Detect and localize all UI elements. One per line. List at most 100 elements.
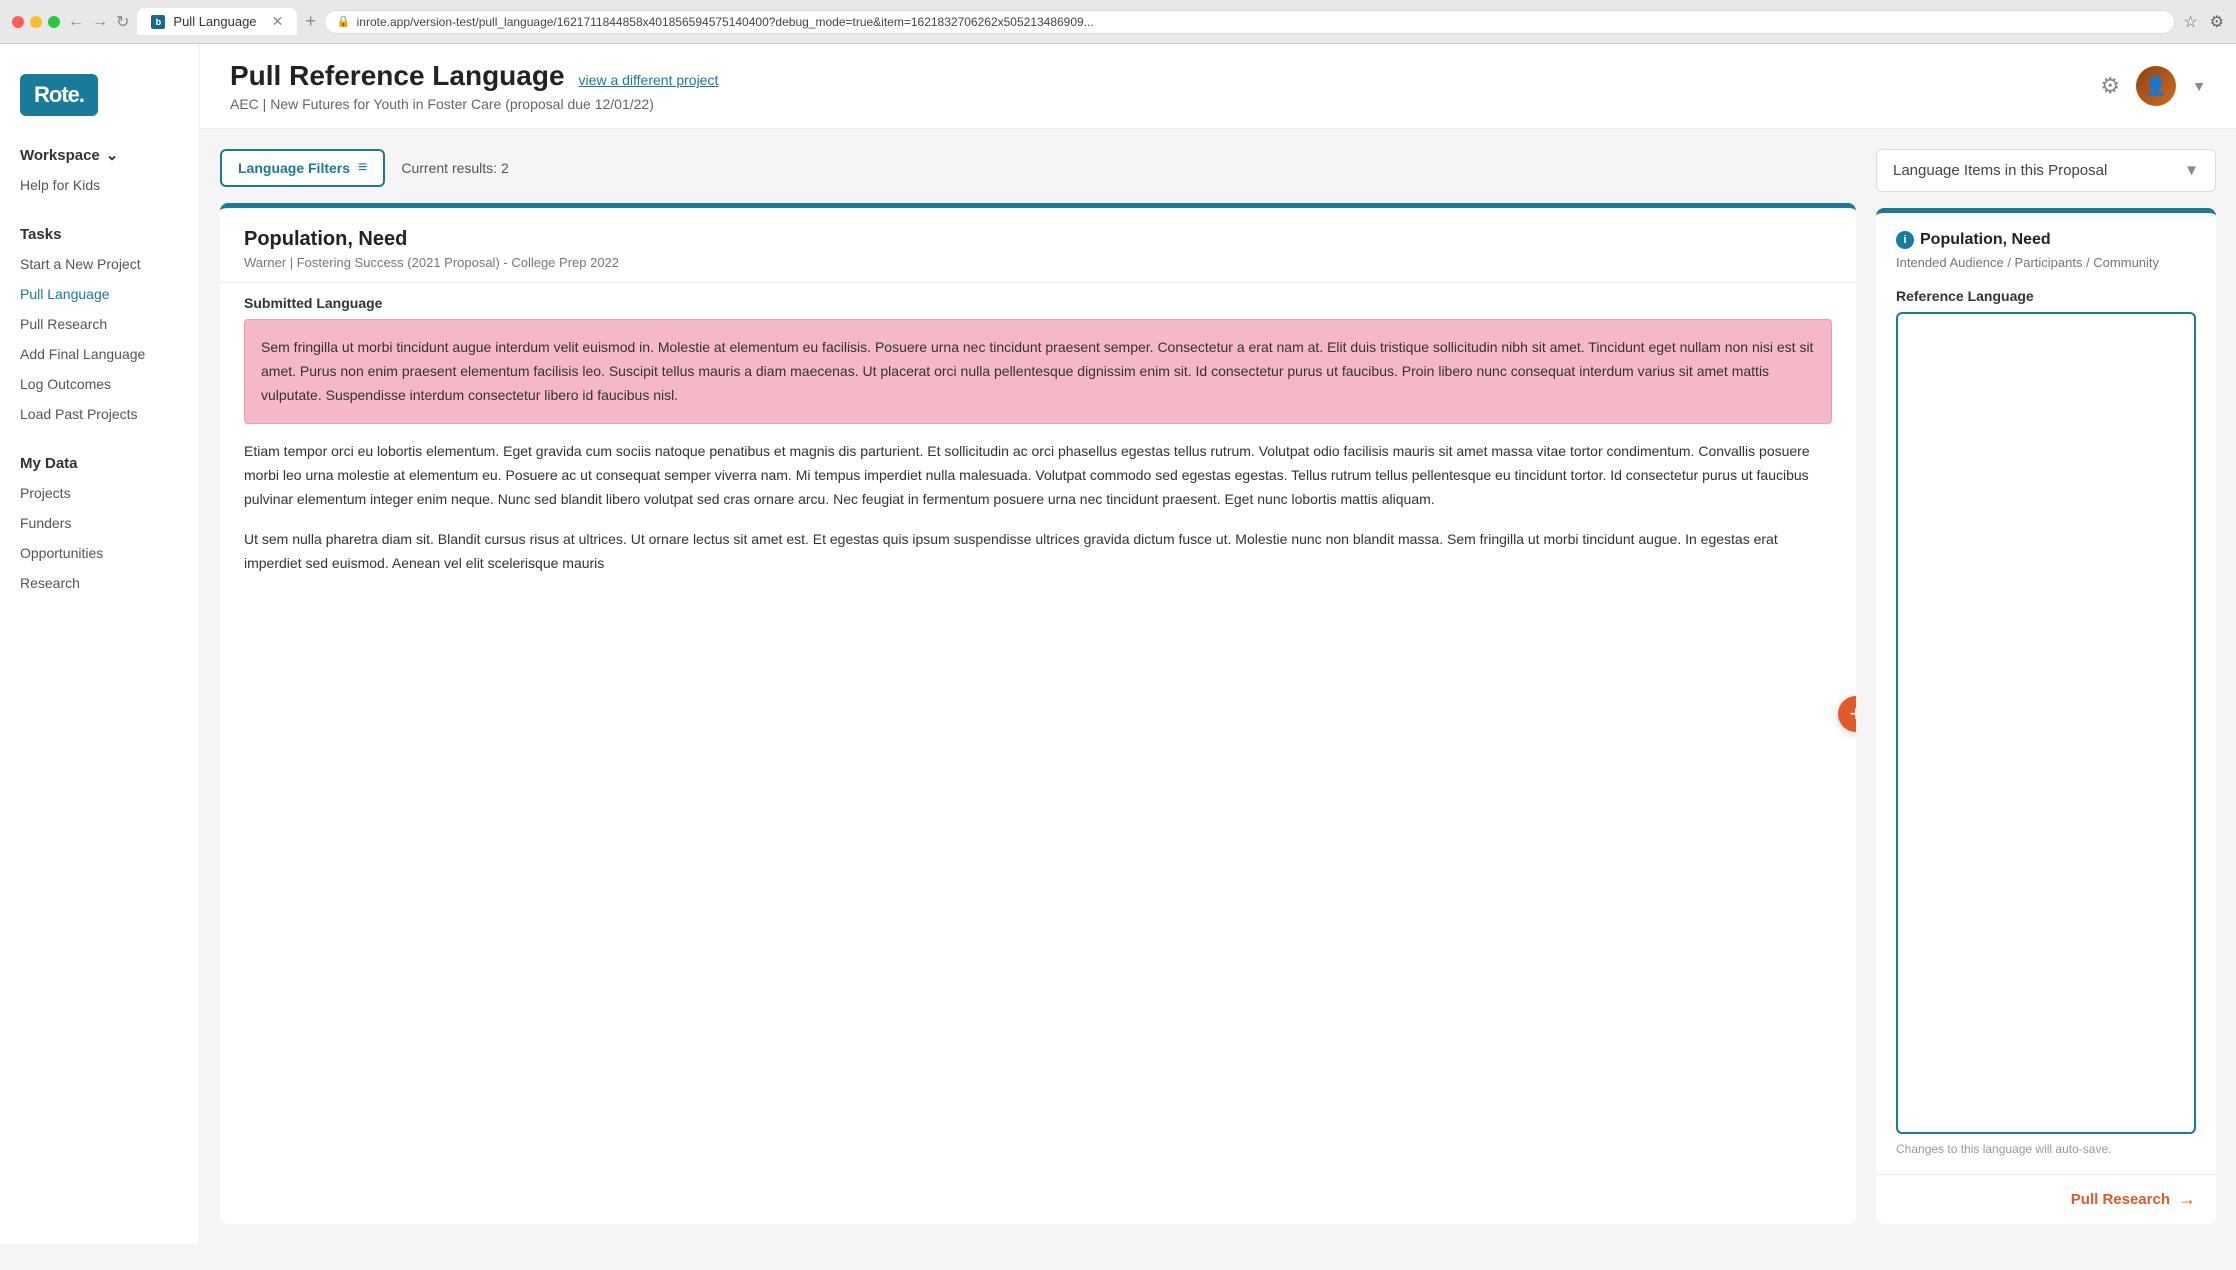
- sidebar-item-load-past-projects[interactable]: Load Past Projects: [0, 399, 199, 429]
- sidebar-item-log-outcomes[interactable]: Log Outcomes: [0, 369, 199, 399]
- pull-research-label: Pull Research: [2071, 1191, 2170, 1208]
- sidebar-item-label: Start a New Project: [20, 256, 141, 272]
- sidebar-item-label: Help for Kids: [20, 177, 100, 193]
- filter-bar: Language Filters ≡ Current results: 2: [220, 149, 1856, 187]
- logo: Rote.: [0, 64, 199, 140]
- document-header: Population, Need Warner | Fostering Succ…: [220, 208, 1856, 283]
- minimize-dot[interactable]: [30, 16, 42, 28]
- proposal-card: i Population, Need Intended Audience / P…: [1876, 208, 2216, 1224]
- sidebar-item-label: Pull Research: [20, 316, 107, 332]
- proposal-card-inner: i Population, Need Intended Audience / P…: [1876, 213, 2216, 1174]
- document-wrapper: Population, Need Warner | Fostering Succ…: [220, 203, 1856, 1224]
- url-text: inrote.app/version-test/pull_language/16…: [357, 15, 1094, 29]
- sidebar-workspace-section: Workspace ⌄ Help for Kids: [0, 140, 199, 200]
- avatar[interactable]: 👤: [2136, 66, 2176, 106]
- lock-icon: 🔒: [337, 15, 351, 28]
- language-filters-label: Language Filters: [238, 160, 350, 176]
- sidebar-my-data-section: My Data Projects Funders Opportunities R…: [0, 449, 199, 598]
- arrow-right-icon: →: [2178, 1189, 2196, 1210]
- sidebar-item-label: Opportunities: [20, 545, 103, 561]
- refresh-icon[interactable]: ↻: [116, 12, 129, 32]
- browser-navigation: ← → ↻: [68, 12, 129, 32]
- address-bar[interactable]: 🔒 inrote.app/version-test/pull_language/…: [324, 10, 2175, 34]
- sidebar-item-new-project[interactable]: Start a New Project: [0, 249, 199, 279]
- document-title: Population, Need: [244, 228, 1832, 251]
- header-left: Pull Reference Language view a different…: [230, 60, 718, 112]
- header: Pull Reference Language view a different…: [200, 44, 2236, 129]
- sidebar-item-funders[interactable]: Funders: [0, 508, 199, 538]
- browser-chrome: ← → ↻ b Pull Language ✕ + 🔒 inrote.app/v…: [0, 0, 2236, 44]
- current-results-text: Current results: 2: [401, 160, 508, 176]
- logo-box[interactable]: Rote.: [20, 74, 98, 116]
- document-subtitle: Warner | Fostering Success (2021 Proposa…: [244, 255, 1832, 270]
- proposal-title: Population, Need: [1920, 231, 2051, 249]
- page-title-text: Pull Reference Language: [230, 60, 565, 92]
- sidebar-item-pull-research[interactable]: Pull Research: [0, 309, 199, 339]
- extensions-icon[interactable]: ⚙: [2210, 12, 2224, 32]
- bookmark-icon[interactable]: ☆: [2183, 12, 2197, 32]
- app-container: Rote. Workspace ⌄ Help for Kids Tasks St…: [0, 44, 2236, 1244]
- settings-icon[interactable]: ⚙: [2100, 73, 2120, 99]
- view-different-project-link[interactable]: view a different project: [579, 72, 719, 88]
- browser-tab[interactable]: b Pull Language ✕: [137, 8, 297, 35]
- sidebar-item-label: Research: [20, 575, 80, 591]
- sidebar-item-label: Add Final Language: [20, 346, 145, 362]
- avatar-dropdown-icon[interactable]: ▼: [2192, 78, 2206, 94]
- sidebar-item-opportunities[interactable]: Opportunities: [0, 538, 199, 568]
- tab-title: Pull Language: [173, 14, 256, 29]
- tab-favicon: b: [151, 15, 165, 29]
- highlighted-paragraph: Sem fringilla ut morbi tincidunt augue i…: [244, 319, 1832, 424]
- body-paragraph-3: Ut sem nulla pharetra diam sit. Blandit …: [244, 528, 1832, 576]
- content-area: Language Filters ≡ Current results: 2 Po…: [200, 129, 2236, 1244]
- document-card: Population, Need Warner | Fostering Succ…: [220, 203, 1856, 1224]
- language-items-dropdown-label: Language Items in this Proposal: [1893, 162, 2107, 179]
- autosave-note: Changes to this language will auto-save.: [1896, 1142, 2196, 1156]
- pull-research-button[interactable]: Pull Research →: [1876, 1174, 2216, 1224]
- workspace-chevron-icon: ⌄: [106, 146, 119, 164]
- tab-close-icon[interactable]: ✕: [272, 13, 284, 30]
- workspace-label: Workspace: [20, 147, 100, 164]
- sidebar-item-help-for-kids[interactable]: Help for Kids: [0, 170, 199, 200]
- sidebar-item-projects[interactable]: Projects: [0, 478, 199, 508]
- proposal-tag: i Population, Need: [1896, 231, 2196, 249]
- main-panel: Language Filters ≡ Current results: 2 Po…: [220, 149, 1856, 1224]
- my-data-label: My Data: [20, 455, 78, 472]
- close-dot[interactable]: [12, 16, 24, 28]
- tasks-label: Tasks: [20, 226, 61, 243]
- language-filters-button[interactable]: Language Filters ≡: [220, 149, 385, 187]
- sidebar-item-pull-language[interactable]: Pull Language: [0, 279, 199, 309]
- main-area: Pull Reference Language view a different…: [200, 44, 2236, 1244]
- my-data-title: My Data: [0, 449, 199, 478]
- sidebar-item-label: Projects: [20, 485, 71, 501]
- browser-toolbar-icons: ☆ ⚙: [2183, 12, 2224, 32]
- document-body: Sem fringilla ut morbi tincidunt augue i…: [220, 319, 1856, 611]
- sidebar-tasks-section: Tasks Start a New Project Pull Language …: [0, 220, 199, 429]
- page-title: Pull Reference Language view a different…: [230, 60, 718, 92]
- forward-icon[interactable]: →: [92, 13, 108, 31]
- header-subtitle: AEC | New Futures for Youth in Foster Ca…: [230, 96, 718, 112]
- document-section-label: Submitted Language: [220, 283, 1856, 319]
- tasks-title: Tasks: [0, 220, 199, 249]
- back-icon[interactable]: ←: [68, 13, 84, 31]
- body-paragraph-2: Etiam tempor orci eu lobortis elementum.…: [244, 440, 1832, 511]
- info-icon: i: [1896, 231, 1914, 249]
- workspace-title[interactable]: Workspace ⌄: [0, 140, 199, 170]
- new-tab-icon[interactable]: +: [305, 11, 316, 32]
- language-items-dropdown[interactable]: Language Items in this Proposal ▼: [1876, 149, 2216, 192]
- sidebar-item-label: Funders: [20, 515, 71, 531]
- sidebar: Rote. Workspace ⌄ Help for Kids Tasks St…: [0, 44, 200, 1244]
- window-controls: [12, 16, 60, 28]
- filter-icon: ≡: [358, 159, 367, 177]
- right-panel: Language Items in this Proposal ▼ i Popu…: [1876, 149, 2216, 1224]
- ref-lang-label: Reference Language: [1896, 288, 2196, 304]
- sidebar-item-label: Load Past Projects: [20, 406, 138, 422]
- proposal-subtitle: Intended Audience / Participants / Commu…: [1896, 255, 2196, 270]
- maximize-dot[interactable]: [48, 16, 60, 28]
- dropdown-arrow-icon: ▼: [2184, 162, 2199, 179]
- sidebar-item-add-final-language[interactable]: Add Final Language: [0, 339, 199, 369]
- header-right: ⚙ 👤 ▼: [2100, 66, 2206, 106]
- sidebar-item-label: Pull Language: [20, 286, 110, 302]
- sidebar-item-research[interactable]: Research: [0, 568, 199, 598]
- sidebar-item-label: Log Outcomes: [20, 376, 111, 392]
- ref-lang-textarea[interactable]: [1896, 312, 2196, 1134]
